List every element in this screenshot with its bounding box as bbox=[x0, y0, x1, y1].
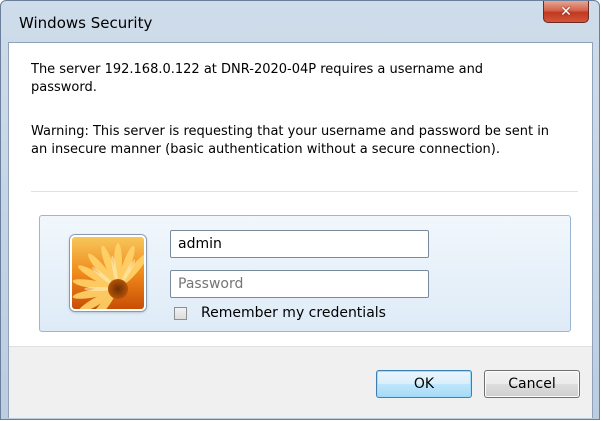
credential-panel: Remember my credentials bbox=[39, 215, 571, 332]
dialog-content: The server 192.168.0.122 at DNR-2020-04P… bbox=[8, 42, 593, 418]
window-title: Windows Security bbox=[19, 14, 153, 32]
remember-checkbox[interactable] bbox=[174, 306, 187, 320]
close-icon: ✕ bbox=[560, 3, 572, 20]
ok-button[interactable]: OK bbox=[376, 370, 472, 398]
remember-credentials[interactable]: Remember my credentials bbox=[174, 304, 386, 322]
password-input[interactable] bbox=[170, 270, 429, 298]
windows-security-dialog: Windows Security ✕ The server 192.168.0.… bbox=[0, 0, 600, 420]
warning-message: Warning: This server is requesting that … bbox=[31, 124, 550, 157]
button-bar: OK Cancel bbox=[9, 346, 592, 418]
username-input[interactable] bbox=[170, 230, 429, 258]
user-avatar-flower-icon bbox=[70, 235, 146, 311]
remember-label: Remember my credentials bbox=[201, 305, 386, 321]
cancel-button[interactable]: Cancel bbox=[484, 370, 580, 398]
close-button[interactable]: ✕ bbox=[543, 1, 589, 23]
divider bbox=[31, 191, 578, 192]
server-message: The server 192.168.0.122 at DNR-2020-04P… bbox=[31, 62, 484, 95]
title-bar[interactable]: Windows Security ✕ bbox=[1, 1, 599, 41]
